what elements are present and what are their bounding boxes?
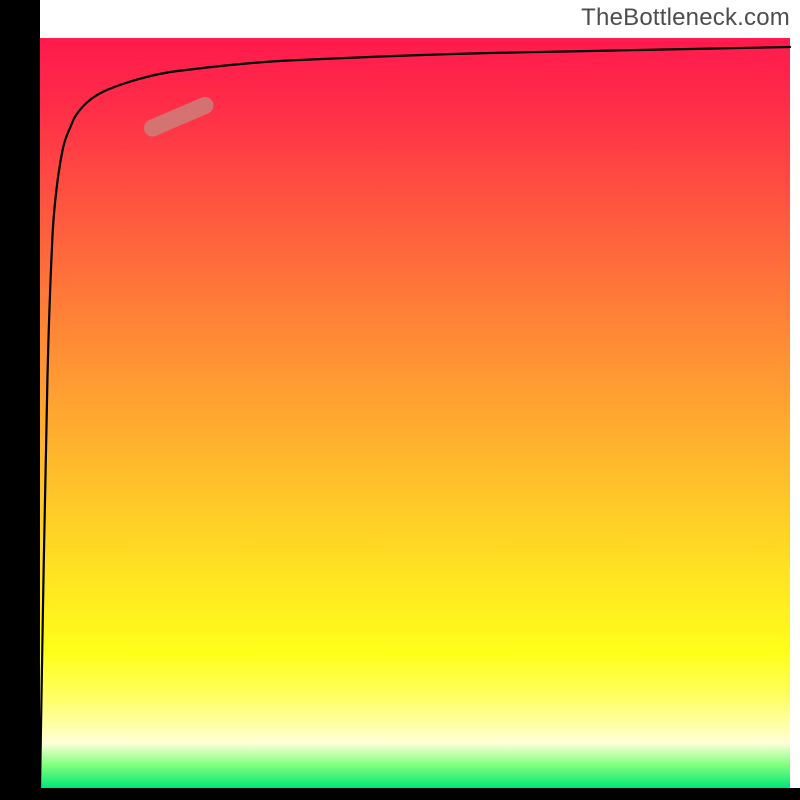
x-axis-band: [0, 788, 800, 800]
bottleneck-curve: [40, 47, 790, 788]
highlight-marker: [153, 106, 206, 129]
chart-container: TheBottleneck.com: [0, 0, 800, 800]
attribution-label: TheBottleneck.com: [581, 4, 790, 32]
y-axis-band: [0, 0, 40, 788]
curve-overlay: [40, 38, 790, 788]
